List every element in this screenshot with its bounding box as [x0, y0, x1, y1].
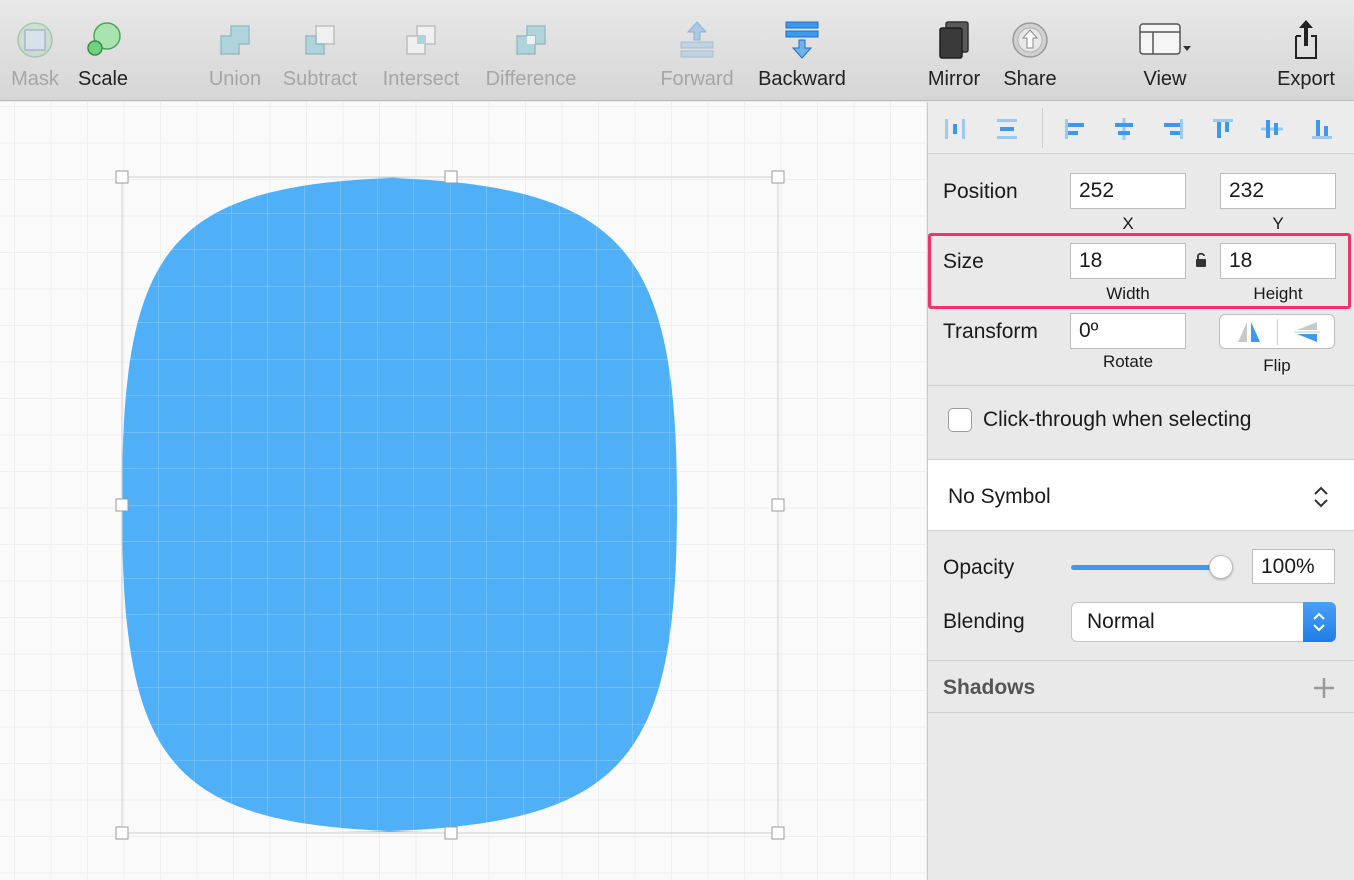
toolbar-subtract-label: Subtract [282, 68, 358, 90]
position-y-field[interactable] [1220, 173, 1336, 209]
alignment-separator [1042, 108, 1043, 148]
toolbar-forward-label: Forward [660, 68, 734, 90]
view-icon [1139, 23, 1191, 55]
shadows-title: Shadows [943, 676, 1036, 699]
toolbar: Mask Scale Union Subtract Intersect Diff… [0, 0, 1354, 101]
toolbar-view[interactable]: View [1130, 0, 1200, 101]
opacity-field[interactable] [1252, 549, 1335, 584]
position-x-label: X [1122, 214, 1134, 233]
flip-vertical-icon[interactable] [1278, 315, 1336, 348]
toolbar-intersect[interactable]: Intersect [375, 0, 467, 101]
rotate-field[interactable] [1070, 313, 1186, 349]
toolbar-difference-label: Difference [485, 68, 577, 90]
size-height-label: Height [1253, 284, 1303, 303]
align-top-icon[interactable] [1210, 116, 1236, 142]
click-through-label: Click-through when selecting [983, 408, 1252, 431]
intersect-icon [406, 25, 436, 55]
size-width-label: Width [1106, 284, 1150, 303]
align-middle-vertical-icon[interactable] [1259, 116, 1285, 142]
align-center-horizontal-icon[interactable] [1111, 116, 1137, 142]
blending-value: Normal [1087, 610, 1155, 633]
opacity-label: Opacity [943, 556, 1015, 579]
size-label: Size [943, 250, 984, 273]
blending-label: Blending [943, 610, 1025, 633]
export-icon [1295, 20, 1317, 59]
symbol-selector[interactable]: No Symbol [928, 459, 1354, 531]
toolbar-export-label: Export [1277, 68, 1335, 90]
chevron-updown-icon [1314, 486, 1328, 508]
mirror-icon [939, 21, 969, 59]
canvas-artwork [115, 170, 785, 840]
align-right-icon[interactable] [1160, 116, 1186, 142]
divider [928, 712, 1354, 713]
toolbar-difference[interactable]: Difference [478, 0, 584, 101]
size-width-field[interactable] [1070, 243, 1186, 279]
distribute-vertical-icon[interactable] [994, 116, 1020, 142]
size-height-field[interactable] [1220, 243, 1336, 279]
position-y-label: Y [1272, 214, 1284, 233]
lock-icon[interactable] [1194, 251, 1208, 269]
scale-icon [87, 22, 121, 56]
toolbar-mirror[interactable]: Mirror [920, 0, 988, 101]
subtract-icon [305, 25, 335, 55]
toolbar-export[interactable]: Export [1270, 0, 1342, 101]
toolbar-forward[interactable]: Forward [654, 0, 740, 101]
mask-icon [17, 22, 53, 58]
rounded-shape[interactable] [122, 177, 778, 833]
opacity-slider[interactable] [1071, 565, 1221, 570]
flip-horizontal-icon[interactable] [1220, 315, 1278, 348]
inspector-panel: Position X Y Size Width Height Transform… [927, 102, 1354, 880]
toolbar-subtract[interactable]: Subtract [275, 0, 365, 101]
blending-select[interactable]: Normal [1071, 602, 1336, 642]
opacity-slider-fill [1071, 565, 1221, 570]
divider [928, 385, 1354, 386]
position-x-field[interactable] [1070, 173, 1186, 209]
toolbar-mask-label: Mask [11, 68, 59, 90]
align-bottom-icon[interactable] [1309, 116, 1335, 142]
chevron-updown-icon [1313, 612, 1325, 632]
canvas[interactable] [0, 102, 926, 880]
click-through-checkbox[interactable] [948, 408, 972, 432]
toolbar-backward[interactable]: Backward [750, 0, 854, 101]
blending-stepper[interactable] [1303, 602, 1336, 642]
add-shadow-icon[interactable] [1312, 676, 1336, 700]
toolbar-backward-label: Backward [758, 68, 846, 90]
position-label: Position [943, 180, 1018, 203]
toolbar-scale-label: Scale [77, 68, 129, 90]
toolbar-mirror-label: Mirror [927, 68, 981, 90]
transform-label: Transform [943, 320, 1038, 343]
toolbar-mask[interactable]: Mask [0, 0, 70, 101]
toolbar-share[interactable]: Share [996, 0, 1064, 101]
toolbar-intersect-label: Intersect [382, 68, 460, 90]
share-icon [1012, 22, 1048, 58]
toolbar-scale[interactable]: Scale [70, 0, 136, 101]
opacity-slider-knob[interactable] [1209, 555, 1233, 579]
flip-buttons [1219, 314, 1335, 349]
forward-icon [680, 21, 714, 58]
union-icon [220, 25, 250, 55]
align-left-icon[interactable] [1062, 116, 1088, 142]
alignment-toolbar [928, 102, 1354, 154]
divider [928, 660, 1354, 661]
rotate-label: Rotate [1102, 352, 1154, 371]
toolbar-union-label: Union [208, 68, 262, 90]
toolbar-share-label: Share [1003, 68, 1057, 90]
backward-icon [785, 21, 819, 59]
distribute-horizontal-icon[interactable] [942, 116, 968, 142]
toolbar-view-label: View [1143, 68, 1187, 90]
symbol-value: No Symbol [948, 485, 1051, 508]
flip-label: Flip [1263, 356, 1291, 375]
difference-icon [516, 25, 546, 55]
toolbar-union[interactable]: Union [200, 0, 270, 101]
